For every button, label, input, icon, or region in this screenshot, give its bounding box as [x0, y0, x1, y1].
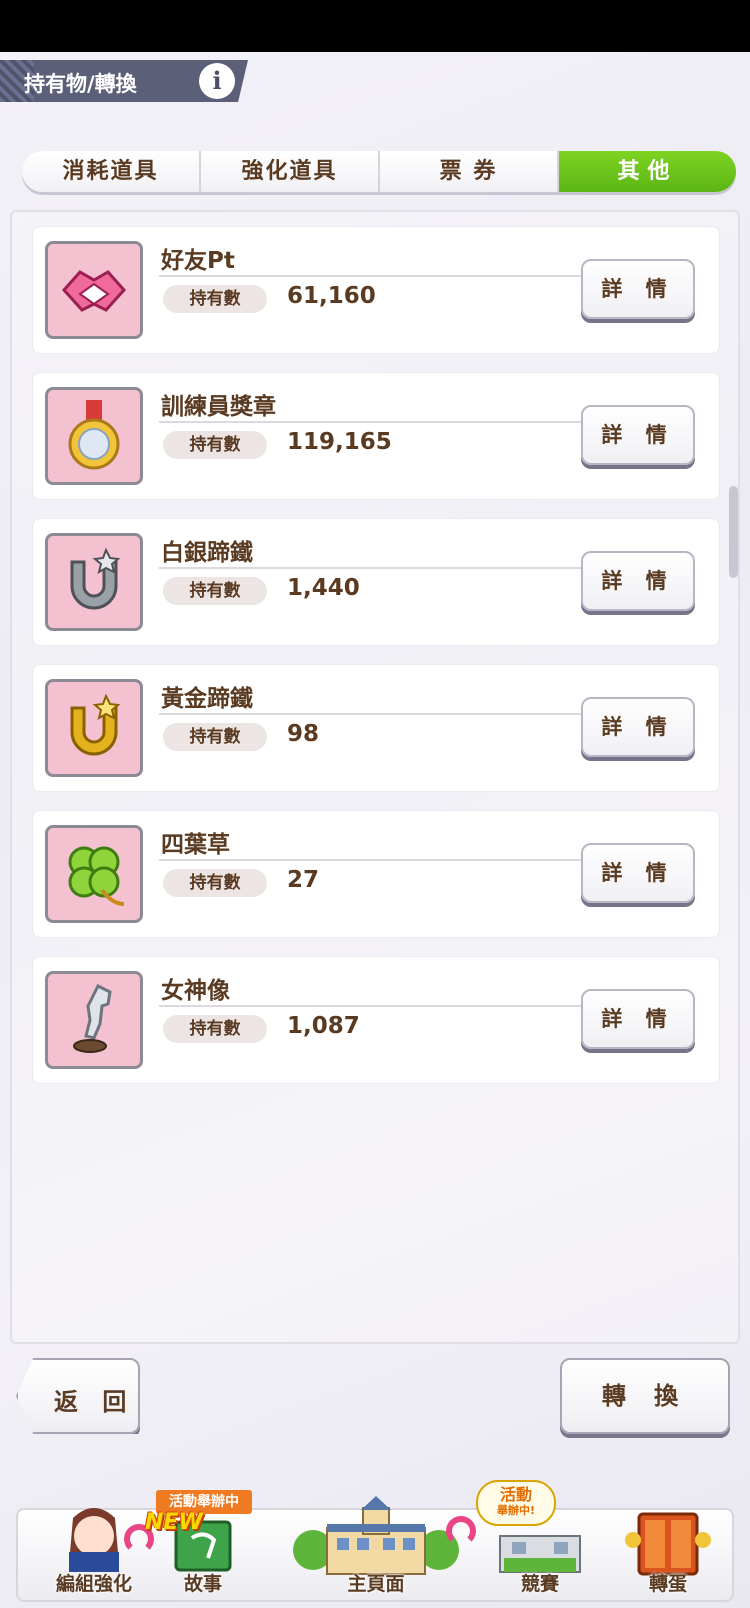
own-count: 27 [287, 867, 320, 893]
race-bubble-line-1: 活動 [499, 1485, 532, 1504]
item-name: 四葉草 [161, 832, 230, 858]
own-label: 持有數 [163, 723, 267, 751]
item-name: 黃金蹄鐵 [161, 686, 253, 712]
own-label: 持有數 [163, 869, 267, 897]
detail-button[interactable]: 詳 情 [581, 405, 695, 465]
nav-gacha-label: 轉蛋 [648, 1573, 687, 1595]
detail-button[interactable]: 詳 情 [581, 551, 695, 611]
own-count: 1,440 [287, 575, 360, 601]
new-badge: NEW [145, 1510, 203, 1535]
statue-icon [45, 971, 143, 1069]
item-name: 白銀蹄鐵 [161, 540, 253, 566]
detail-button[interactable]: 詳 情 [581, 259, 695, 319]
tab-enhancement[interactable]: 強化道具 [201, 151, 380, 192]
divider [159, 567, 599, 569]
own-count: 98 [287, 721, 320, 747]
divider [159, 275, 599, 277]
list-item: 四葉草 持有數 27 詳 情 [32, 810, 720, 938]
medal-icon [45, 387, 143, 485]
own-label: 持有數 [163, 285, 267, 313]
nav-team-label: 編組強化 [55, 1573, 132, 1595]
own-label: 持有數 [163, 1015, 267, 1043]
horseshoe-icon [446, 1516, 476, 1546]
nav-gacha[interactable]: 轉蛋 [610, 1490, 726, 1602]
silver-horseshoe-icon [45, 533, 143, 631]
own-label: 持有數 [163, 431, 267, 459]
own-count: 119,165 [287, 429, 392, 455]
detail-button[interactable]: 詳 情 [581, 989, 695, 1049]
handshake-icon [45, 241, 143, 339]
item-name: 好友Pt [161, 248, 235, 274]
list-item: 白銀蹄鐵 持有數 1,440 詳 情 [32, 518, 720, 646]
nav-team[interactable]: 編組強化 [32, 1490, 156, 1602]
list-item: 好友Pt 持有數 61,160 詳 情 [32, 226, 720, 354]
status-bar [0, 0, 750, 52]
scrollbar[interactable] [729, 486, 738, 578]
back-button-label[interactable]: 返 回 [54, 1382, 134, 1417]
tab-other[interactable]: 其他 [559, 151, 736, 192]
convert-button[interactable]: 轉 換 [560, 1358, 730, 1434]
list-item: 黃金蹄鐵 持有數 98 詳 情 [32, 664, 720, 792]
race-bubble-line-2: 舉辦中! [496, 1504, 536, 1517]
divider [159, 1005, 599, 1007]
divider [159, 859, 599, 861]
tab-tickets[interactable]: 票 券 [380, 151, 559, 192]
item-name: 訓練員獎章 [161, 394, 276, 420]
own-label: 持有數 [163, 577, 267, 605]
list-item: 訓練員獎章 持有數 119,165 詳 情 [32, 372, 720, 500]
race-event-bubble: 活動 舉辦中! [476, 1480, 556, 1526]
page-title: 持有物/轉換 [24, 72, 137, 96]
nav-home-label: 主頁面 [347, 1573, 405, 1595]
category-tabs: 消耗道具 強化道具 票 券 其他 [22, 151, 736, 192]
detail-button[interactable]: 詳 情 [581, 843, 695, 903]
nav-race-label: 競賽 [520, 1573, 559, 1595]
nav-story-label: 故事 [183, 1573, 222, 1595]
own-count: 1,087 [287, 1013, 360, 1039]
own-count: 61,160 [287, 283, 376, 309]
detail-button[interactable]: 詳 情 [581, 697, 695, 757]
info-icon[interactable]: i [199, 63, 235, 99]
divider [159, 421, 599, 423]
tab-consumables[interactable]: 消耗道具 [22, 151, 201, 192]
gold-horseshoe-icon [45, 679, 143, 777]
clover-icon [45, 825, 143, 923]
nav-home[interactable]: 主頁面 [286, 1490, 466, 1602]
item-name: 女神像 [161, 978, 230, 1004]
list-item: 女神像 持有數 1,087 詳 情 [32, 956, 720, 1084]
divider [159, 713, 599, 715]
